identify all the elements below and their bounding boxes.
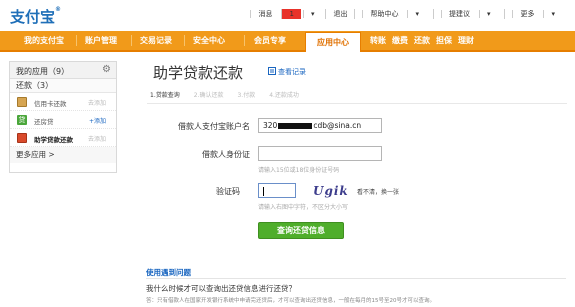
sidebar-item-credit-card[interactable]: 信用卡还款 去添加 [10, 93, 116, 111]
nav-sub-payment[interactable]: 缴费 [392, 31, 408, 50]
sidebar-more-apps[interactable]: 更多应用 > [10, 147, 116, 163]
faq-heading: 使用遇到问题 [146, 268, 191, 277]
nav-divider [184, 35, 185, 46]
add-link[interactable]: 去添加 [88, 134, 106, 143]
view-records-link[interactable]: 查看记录 [278, 67, 306, 77]
captcha-refresh-link[interactable]: 看不清，换一张 [357, 187, 399, 196]
main-nav: 我的支付宝 账户管理 交易记录 安全中心 会员专享 应用中心 转账 缴费 还款 … [0, 31, 575, 52]
page-title: 助学贷款还款 [153, 64, 244, 82]
nav-app-center[interactable]: 应用中心 [305, 32, 361, 52]
messages-label: 消息 [250, 10, 280, 18]
captcha-image[interactable]: Ugik [313, 184, 349, 198]
account-value-prefix: 320 [263, 121, 278, 130]
faq-answer: 答：只有借款人在国家开发银行系统中申请完还贷后，才可以查询出还贷信息，一般在每月… [146, 298, 436, 304]
add-link[interactable]: 去添加 [88, 98, 106, 107]
more-label: 更多 [512, 10, 542, 18]
step-3: 3.付款 [237, 92, 256, 99]
nav-my-alipay[interactable]: 我的支付宝 [24, 31, 64, 50]
add-link[interactable]: +添加 [89, 116, 106, 125]
nav-divider [76, 35, 77, 46]
chevron-down-icon: ▾ [302, 10, 322, 18]
id-label: 借款人身份证 [202, 150, 250, 159]
logo-registered-mark: ® [55, 6, 62, 13]
credit-card-icon [17, 97, 27, 107]
step-divider [147, 103, 567, 104]
nav-account-management[interactable]: 账户管理 [85, 31, 117, 50]
id-hint: 请输入15位或18位身份证号码 [258, 167, 340, 174]
captcha-hint: 请输入右图中字符，不区分大小写 [258, 204, 349, 211]
chevron-down-icon: ▾ [407, 10, 426, 18]
query-button[interactable]: 查询还贷信息 [258, 222, 344, 239]
nav-sub-guarantee[interactable]: 担保 [436, 31, 452, 50]
faq-question: 我什么时候才可以查询出还贷信息进行还贷？ [146, 284, 296, 293]
account-field[interactable]: 320 cdb@sina.cn [258, 118, 382, 133]
gear-icon[interactable]: ⚙ [102, 65, 112, 75]
faq-divider [146, 278, 566, 279]
feedback-link[interactable]: 提建议 ▾ [432, 9, 505, 19]
messages-link[interactable]: 消息 1 ▾ [243, 9, 325, 19]
step-4: 4.还款成功 [269, 92, 299, 99]
nav-divider [131, 35, 132, 46]
text-cursor [263, 186, 264, 196]
chevron-down-icon: ▾ [478, 10, 498, 18]
sidebar: 我的应用（9） ⚙ 还款（3） 信用卡还款 去添加 贷 还房贷 +添加 助学贷款… [9, 61, 117, 173]
help-center-link[interactable]: 帮助中心 ▾ [354, 9, 433, 19]
step-indicator: 1.贷款查询 2.确认还款 3.付款 4.还款成功 [150, 90, 313, 100]
masked-text [278, 123, 313, 129]
sidebar-section-repayment[interactable]: 还款（3） [10, 79, 116, 93]
nav-transaction-records[interactable]: 交易记录 [140, 31, 172, 50]
captcha-label: 验证码 [216, 187, 240, 196]
top-bar: 支付宝® 消息 1 ▾ 退出 帮助中心 ▾ 提建议 ▾ 更多 ▾ [0, 0, 575, 31]
sidebar-item-label: 还房贷 [34, 118, 54, 126]
mortgage-icon: 贷 [17, 115, 27, 125]
records-icon [268, 67, 276, 75]
account-value-suffix: cdb@sina.cn [313, 121, 362, 130]
step-1: 1.贷款查询 [150, 92, 180, 99]
sidebar-header: 我的应用（9） ⚙ [10, 62, 116, 79]
sidebar-item-student-loan[interactable]: 助学贷款还款 去添加 [10, 129, 116, 147]
nav-divider [244, 35, 245, 46]
nav-sub-transfer[interactable]: 转账 [370, 31, 386, 50]
alipay-logo[interactable]: 支付宝® [10, 6, 61, 27]
student-loan-icon [17, 133, 27, 143]
sidebar-item-mortgage[interactable]: 贷 还房贷 +添加 [10, 111, 116, 129]
sidebar-title: 我的应用（9） [16, 67, 70, 76]
step-2: 2.确认还款 [193, 92, 224, 99]
captcha-field[interactable] [258, 183, 296, 198]
nav-sub-repayment[interactable]: 还款 [414, 31, 430, 50]
logo-text: 支付宝 [10, 8, 56, 26]
nav-security-center[interactable]: 安全中心 [193, 31, 225, 50]
top-links: 消息 1 ▾ 退出 帮助中心 ▾ 提建议 ▾ 更多 ▾ [243, 8, 569, 20]
nav-member-exclusive[interactable]: 会员专享 [254, 31, 286, 50]
message-count-badge: 1 [281, 9, 301, 19]
chevron-down-icon: ▾ [543, 10, 562, 18]
more-link[interactable]: 更多 ▾ [504, 9, 569, 19]
feedback-label: 提建议 [440, 10, 477, 18]
nav-sub-finance[interactable]: 理财 [458, 31, 474, 50]
account-label: 借款人支付宝账户名 [178, 122, 250, 131]
logout-link[interactable]: 退出 [325, 9, 354, 19]
id-card-field[interactable] [258, 146, 382, 161]
sidebar-item-label: 信用卡还款 [34, 100, 67, 108]
help-center-label: 帮助中心 [362, 10, 406, 18]
sidebar-item-label: 助学贷款还款 [34, 136, 73, 144]
